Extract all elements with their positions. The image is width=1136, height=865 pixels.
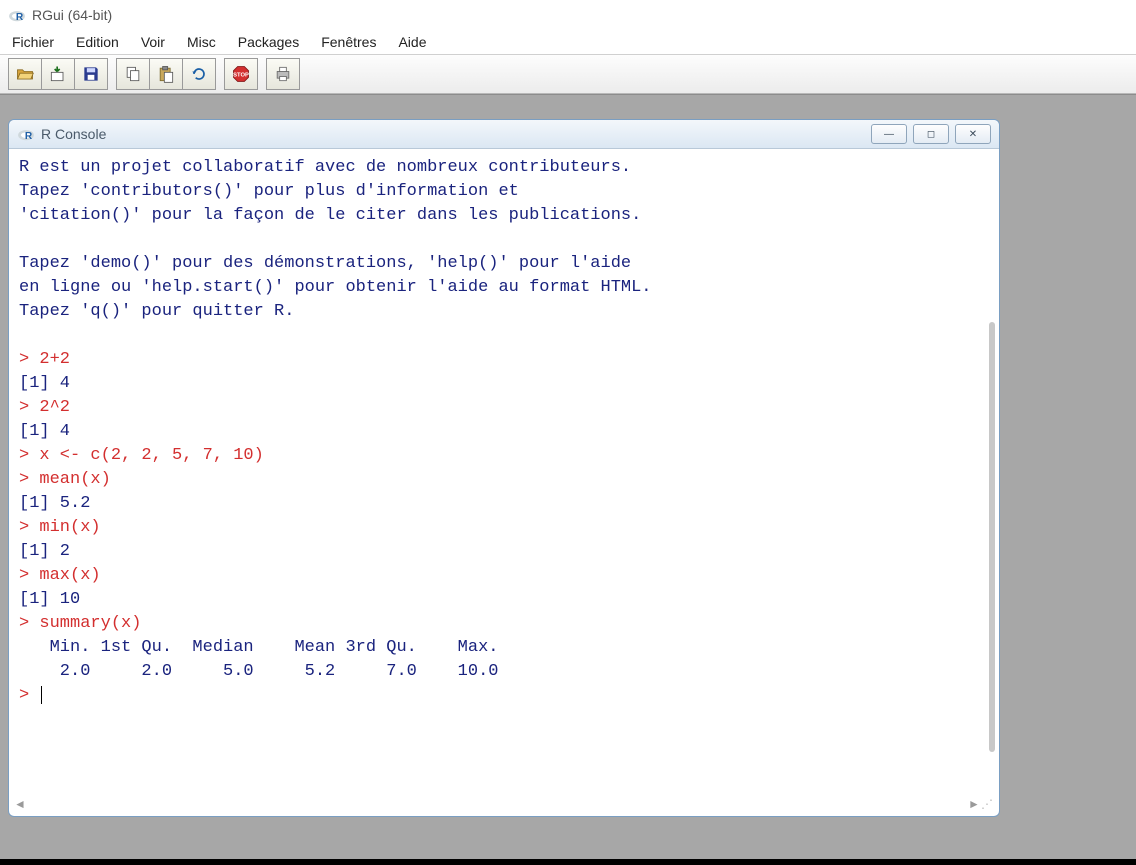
refresh-button[interactable] <box>183 58 216 90</box>
console-window: R R Console — ◻ ✕ R est un projet collab… <box>8 119 1000 817</box>
svg-text:R: R <box>25 131 33 142</box>
console-title: R Console <box>41 126 865 142</box>
menu-misc[interactable]: Misc <box>187 34 216 50</box>
scroll-left-icon[interactable]: ◄ <box>13 797 27 811</box>
toolbar: STOP <box>0 54 1136 94</box>
bottom-border <box>0 859 1136 865</box>
maximize-button[interactable]: ◻ <box>913 124 949 144</box>
menu-aide[interactable]: Aide <box>398 34 426 50</box>
scroll-right-icon[interactable]: ► <box>967 797 981 811</box>
text-caret <box>41 686 42 704</box>
save-button[interactable] <box>75 58 108 90</box>
r-logo-icon: R <box>8 6 26 24</box>
svg-text:STOP: STOP <box>233 73 249 79</box>
console-output[interactable]: R est un projet collaboratif avec de nom… <box>19 156 985 708</box>
stop-button[interactable]: STOP <box>224 58 258 90</box>
menu-edition[interactable]: Edition <box>76 34 119 50</box>
main-titlebar: R RGui (64-bit) <box>0 0 1136 30</box>
svg-text:R: R <box>16 12 24 23</box>
close-button[interactable]: ✕ <box>955 124 991 144</box>
load-workspace-button[interactable] <box>42 58 75 90</box>
r-logo-icon: R <box>17 125 35 143</box>
console-titlebar[interactable]: R R Console — ◻ ✕ <box>9 120 999 149</box>
scroll-thumb[interactable] <box>989 322 995 752</box>
console-body[interactable]: R est un projet collaboratif avec de nom… <box>13 150 995 794</box>
minimize-button[interactable]: — <box>871 124 907 144</box>
menu-fenetres[interactable]: Fenêtres <box>321 34 376 50</box>
vertical-scrollbar[interactable] <box>983 152 995 794</box>
copy-button[interactable] <box>116 58 150 90</box>
horizontal-scrollbar[interactable]: ◄ ► ⋰ <box>13 796 995 812</box>
resize-grip-icon[interactable]: ⋰ <box>981 797 995 811</box>
open-button[interactable] <box>8 58 42 90</box>
mdi-area: R R Console — ◻ ✕ R est un projet collab… <box>0 94 1136 859</box>
menu-voir[interactable]: Voir <box>141 34 165 50</box>
print-button[interactable] <box>266 58 300 90</box>
menubar: Fichier Edition Voir Misc Packages Fenêt… <box>0 30 1136 54</box>
paste-button[interactable] <box>150 58 183 90</box>
menu-packages[interactable]: Packages <box>238 34 299 50</box>
main-title: RGui (64-bit) <box>32 7 112 23</box>
menu-fichier[interactable]: Fichier <box>12 34 54 50</box>
